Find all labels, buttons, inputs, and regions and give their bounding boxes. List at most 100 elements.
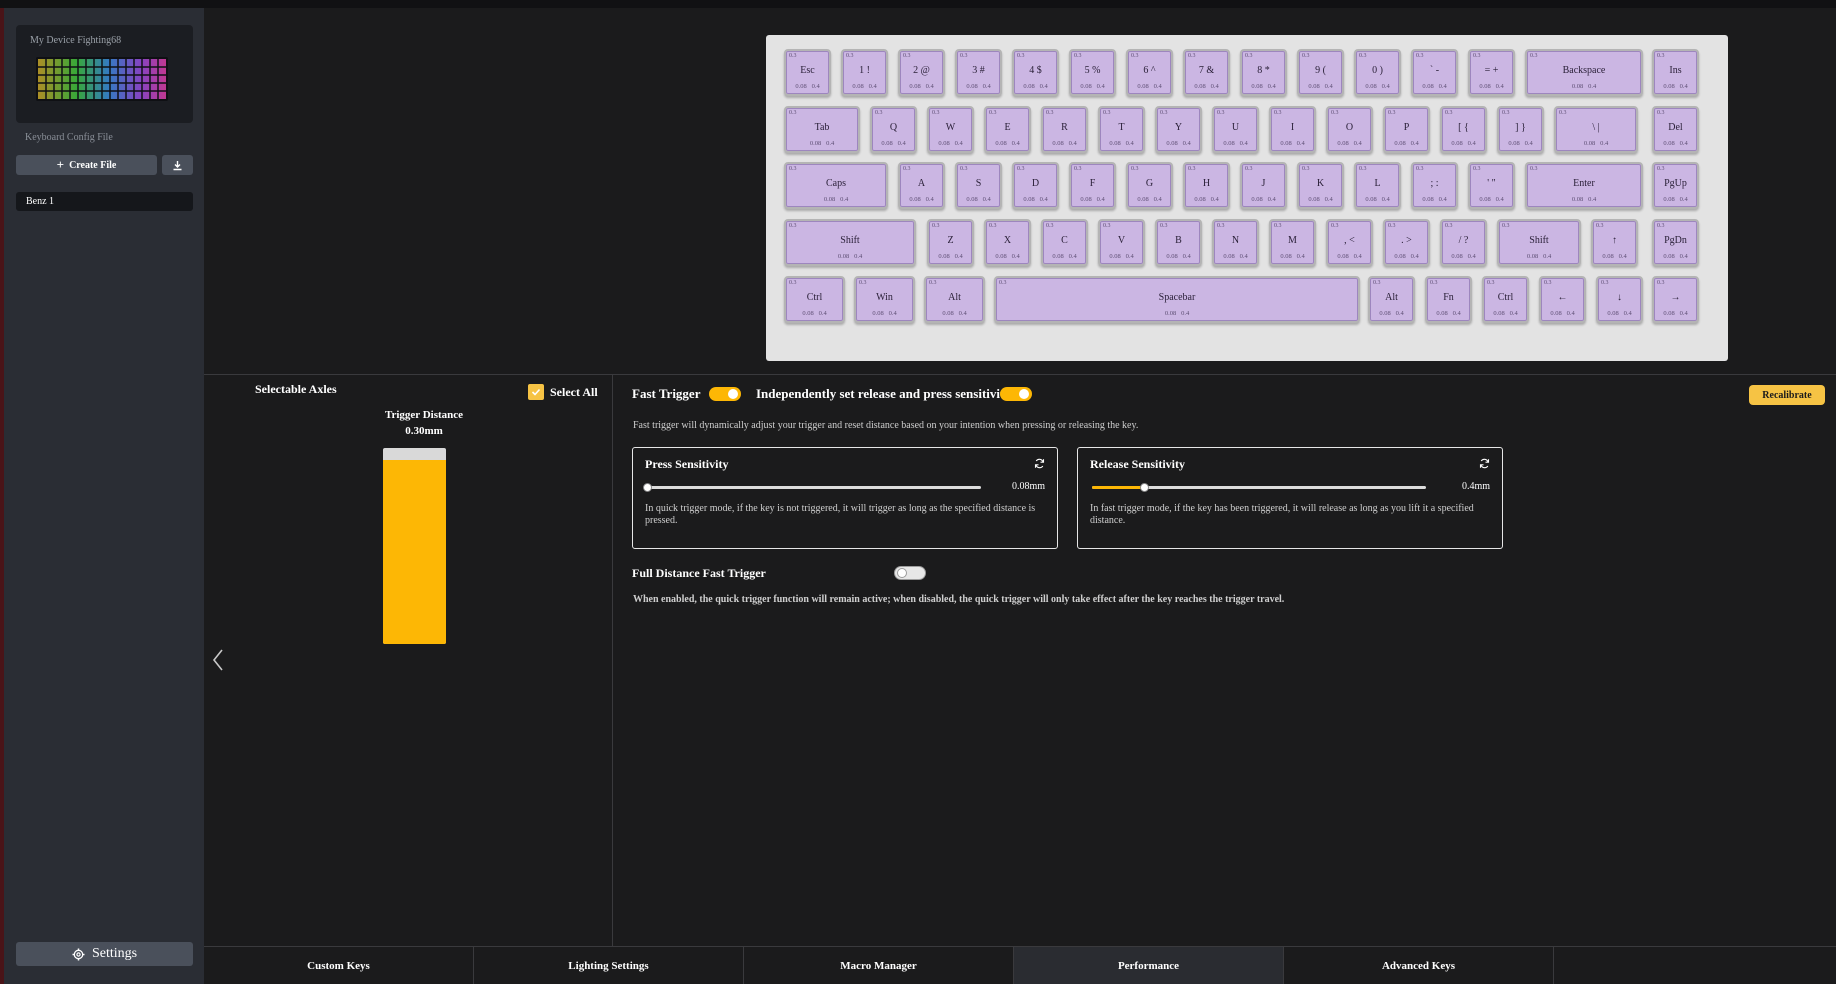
- key[interactable]: 0.3 C 0.08 0.4: [1041, 219, 1088, 266]
- key[interactable]: 0.3 7 & 0.08 0.4: [1183, 49, 1230, 96]
- key[interactable]: 0.3 Ctrl 0.08 0.4: [784, 276, 845, 323]
- key[interactable]: 0.3 E 0.08 0.4: [984, 106, 1031, 153]
- tab-performance[interactable]: Performance: [1014, 947, 1284, 984]
- key[interactable]: 0.3 N 0.08 0.4: [1212, 219, 1259, 266]
- key[interactable]: 0.3 Del 0.08 0.4: [1652, 106, 1699, 153]
- key[interactable]: 0.3 Ins 0.08 0.4: [1652, 49, 1699, 96]
- key[interactable]: 0.3] } 0.08 0.4: [1497, 106, 1544, 153]
- key[interactable]: 0.3 F 0.08 0.4: [1069, 162, 1116, 209]
- key[interactable]: 0.3 Caps 0.08 0.4: [784, 162, 888, 209]
- key[interactable]: 0.3 Alt 0.08 0.4: [1368, 276, 1415, 323]
- chevron-left-icon[interactable]: [212, 648, 224, 672]
- key[interactable]: 0.3 Enter 0.08 0.4: [1525, 162, 1643, 209]
- key[interactable]: 0.3 9 (0.08 0.4: [1297, 49, 1344, 96]
- key[interactable]: 0.3 4 $ 0.08 0.4: [1012, 49, 1059, 96]
- key-trigger-value: 0.3: [1245, 53, 1253, 59]
- key[interactable]: 0.3 M 0.08 0.4: [1269, 219, 1316, 266]
- key[interactable]: 0.3 ` - 0.08 0.4: [1411, 49, 1458, 96]
- tab-lighting-settings[interactable]: Lighting Settings: [474, 947, 744, 984]
- key[interactable]: 0.3 , < 0.08 0.4: [1326, 219, 1373, 266]
- fast-trigger-toggle[interactable]: [709, 387, 741, 401]
- key[interactable]: 0.3 [ {0.08 0.4: [1440, 106, 1487, 153]
- device-card[interactable]: My Device Fighting68: [16, 25, 193, 123]
- key[interactable]: 0.3 Shift 0.08 0.4: [1497, 219, 1581, 266]
- key[interactable]: 0.3 P 0.08 0.4: [1383, 106, 1430, 153]
- key-sensitivity-values: 0.08 0.4: [1451, 253, 1476, 260]
- download-button[interactable]: [162, 155, 193, 175]
- create-file-button[interactable]: + Create File: [16, 155, 157, 175]
- key[interactable]: 0.3 X 0.08 0.4: [984, 219, 1031, 266]
- release-sensitivity-slider[interactable]: [1092, 483, 1426, 492]
- key[interactable]: 0.3 \ | 0.08 0.4: [1554, 106, 1638, 153]
- key[interactable]: 0.3 D 0.08 0.4: [1012, 162, 1059, 209]
- key[interactable]: 0.3 ← 0.08 0.4: [1539, 276, 1586, 323]
- refresh-icon[interactable]: [1479, 458, 1490, 469]
- key[interactable]: 0.3 I 0.08 0.4: [1269, 106, 1316, 153]
- key[interactable]: 0.3 K 0.08 0.4: [1297, 162, 1344, 209]
- key[interactable]: 0.3 G 0.08 0.4: [1126, 162, 1173, 209]
- key[interactable]: 0.3 5 % 0.08 0.4: [1069, 49, 1116, 96]
- key[interactable]: 0.3 B 0.08 0.4: [1155, 219, 1202, 266]
- key[interactable]: 0.3 0 ) 0.08 0.4: [1354, 49, 1401, 96]
- recalibrate-button[interactable]: Recalibrate: [1749, 385, 1825, 405]
- config-file-item[interactable]: Benz 1: [16, 192, 193, 211]
- tab-macro-manager[interactable]: Macro Manager: [744, 947, 1014, 984]
- key[interactable]: 0.3 ' " 0.08 0.4: [1468, 162, 1515, 209]
- key[interactable]: 0.3 T 0.08 0.4: [1098, 106, 1145, 153]
- key[interactable]: 0.3 H 0.08 0.4: [1183, 162, 1230, 209]
- key[interactable]: 0.3 Tab 0.08 0.4: [784, 106, 860, 153]
- key-sensitivity-values: 0.08 0.4: [1052, 140, 1077, 147]
- key-trigger-value: 0.3: [859, 280, 867, 286]
- key[interactable]: 0.3 L 0.08 0.4: [1354, 162, 1401, 209]
- independent-sensitivity-toggle[interactable]: [1000, 387, 1032, 401]
- trigger-distance-slider[interactable]: [383, 448, 446, 644]
- key[interactable]: 0.3 8 * 0.08 0.4: [1240, 49, 1287, 96]
- slider-thumb[interactable]: [643, 483, 652, 492]
- key[interactable]: 0.3 2 @ 0.08 0.4: [898, 49, 945, 96]
- key[interactable]: 0.3 1 ! 0.08 0.4: [841, 49, 888, 96]
- key[interactable]: 0.3 Z 0.08 0.4: [927, 219, 974, 266]
- key[interactable]: 0.3 A 0.08 0.4: [898, 162, 945, 209]
- full-distance-toggle[interactable]: [894, 566, 926, 580]
- key[interactable]: 0.3 O 0.08 0.4: [1326, 106, 1373, 153]
- key[interactable]: 0.3 Shift 0.08 0.4: [784, 219, 916, 266]
- settings-button[interactable]: Settings: [16, 942, 193, 966]
- key[interactable]: 0.3 PgUp 0.08 0.4: [1652, 162, 1699, 209]
- key[interactable]: 0.3 = + 0.08 0.4: [1468, 49, 1515, 96]
- key[interactable]: 0.3 . > 0.08 0.4: [1383, 219, 1430, 266]
- key[interactable]: 0.3 Ctrl 0.08 0.4: [1482, 276, 1529, 323]
- key[interactable]: 0.3 6 ^ 0.08 0.4: [1126, 49, 1173, 96]
- key[interactable]: 0.3 Backspace 0.08 0.4: [1525, 49, 1643, 96]
- refresh-icon[interactable]: [1034, 458, 1045, 469]
- key[interactable]: 0.3 Spacebar 0.08 0.4: [994, 276, 1360, 323]
- key[interactable]: 0.3 / ? 0.08 0.4: [1440, 219, 1487, 266]
- key-label: 5 %: [1084, 65, 1101, 76]
- key[interactable]: 0.3 3 # 0.08 0.4: [955, 49, 1002, 96]
- key[interactable]: 0.3 U 0.08 0.4: [1212, 106, 1259, 153]
- key[interactable]: 0.3 S 0.08 0.4: [955, 162, 1002, 209]
- key[interactable]: 0.3 Q 0.08 0.4: [870, 106, 917, 153]
- key-trigger-value: 0.3: [1487, 280, 1495, 286]
- select-all-checkbox[interactable]: Select All: [528, 384, 598, 400]
- key-sensitivity-values: 0.08 0.4: [1663, 253, 1688, 260]
- key[interactable]: 0.3 Alt 0.08 0.4: [924, 276, 985, 323]
- key[interactable]: 0.3 J 0.08 0.4: [1240, 162, 1287, 209]
- tab-custom-keys[interactable]: Custom Keys: [204, 947, 474, 984]
- key[interactable]: 0.3 Esc 0.08 0.4: [784, 49, 831, 96]
- key[interactable]: 0.3 → 0.08 0.4: [1652, 276, 1699, 323]
- key[interactable]: 0.3 ; : 0.08 0.4: [1411, 162, 1458, 209]
- checkbox-box[interactable]: [528, 384, 544, 400]
- key[interactable]: 0.3 ↑ 0.08 0.4: [1591, 219, 1638, 266]
- key[interactable]: 0.3 Y 0.08 0.4: [1155, 106, 1202, 153]
- key-label: 4 $: [1029, 65, 1042, 76]
- key[interactable]: 0.3 R 0.08 0.4: [1041, 106, 1088, 153]
- tab-advanced-keys[interactable]: Advanced Keys: [1284, 947, 1554, 984]
- key[interactable]: 0.3 ↓ 0.08 0.4: [1596, 276, 1643, 323]
- key[interactable]: 0.3 Fn 0.08 0.4: [1425, 276, 1472, 323]
- press-sensitivity-slider[interactable]: [643, 483, 981, 492]
- key[interactable]: 0.3 W 0.08 0.4: [927, 106, 974, 153]
- key[interactable]: 0.3 Win 0.08 0.4: [854, 276, 915, 323]
- key[interactable]: 0.3 PgDn 0.08 0.4: [1652, 219, 1699, 266]
- key[interactable]: 0.3 V 0.08 0.4: [1098, 219, 1145, 266]
- slider-thumb[interactable]: [1139, 483, 1149, 492]
